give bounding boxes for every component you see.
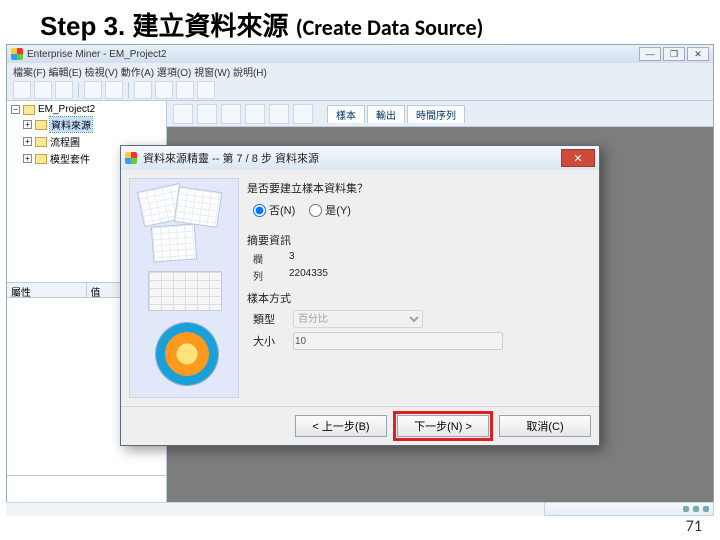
tree-datasource[interactable]: 資料來源 [50,117,92,132]
tree-root[interactable]: EM_Project2 [38,104,95,115]
wizard-artwork [129,178,239,398]
datasource-wizard-dialog: 資料來源精靈 -- 第 7 / 8 步 資料來源 ✕ 是否要建立樣本資料集？ 否… [120,145,600,446]
radio-yes[interactable]: 是(Y) [309,202,351,218]
rows-label: 欄 [253,251,281,266]
toolbar-button[interactable] [105,81,123,99]
radio-yes-input[interactable] [309,204,322,217]
canvas-tool-button[interactable] [269,104,289,124]
tree-expand-icon[interactable]: + [23,120,32,129]
canvas-tool-button[interactable] [173,104,193,124]
tree-expand-icon[interactable]: + [23,154,32,163]
tab-sample[interactable]: 樣本 [327,105,365,123]
status-tray [544,502,714,516]
tree-collapse-icon[interactable]: − [11,105,20,114]
toolbar-button[interactable] [176,81,194,99]
tab-timeseries[interactable]: 時間序列 [407,105,465,123]
wizard-question: 是否要建立樣本資料集？ [247,180,591,196]
toolbar-button[interactable] [155,81,173,99]
toolbar-separator [128,82,129,98]
canvas-tool-button[interactable] [197,104,217,124]
dialog-titlebar[interactable]: 資料來源精靈 -- 第 7 / 8 步 資料來源 ✕ [121,146,599,170]
canvas-tool-button[interactable] [221,104,241,124]
toolbar-button[interactable] [34,81,52,99]
window-restore-button[interactable]: ❐ [663,47,685,61]
toolbar-button[interactable] [197,81,215,99]
tab-output[interactable]: 輸出 [367,105,405,123]
title-en: (Create Data Source) [296,14,484,41]
cancel-button[interactable]: 取消(C) [499,415,591,437]
tree-expand-icon[interactable]: + [23,137,32,146]
folder-icon [35,137,47,147]
step-label: Step 3. [40,11,125,41]
cols-value: 2204335 [289,268,328,283]
toolbar-button[interactable] [84,81,102,99]
rows-value: 3 [289,251,295,266]
window-minimize-button[interactable]: — [639,47,661,61]
folder-icon [35,120,47,130]
prop-col-name: 屬性 [7,283,87,297]
size-input[interactable] [293,332,503,350]
app-titlebar: Enterprise Miner - EM_Project2 — ❐ ✕ [7,45,713,63]
target-icon [156,323,218,385]
sheet-icon [174,186,223,228]
dialog-title: 資料來源精靈 -- 第 7 / 8 步 資料來源 [141,150,561,166]
folder-icon [23,105,35,115]
type-label: 類型 [253,311,287,327]
section-summary: 摘要資訊 [247,232,591,248]
toolbar-button[interactable] [13,81,31,99]
canvas-tool-button[interactable] [245,104,265,124]
tray-icon [693,506,699,512]
canvas-tool-button[interactable] [293,104,313,124]
tray-icon [683,506,689,512]
slide-title: Step 3. 建立資料來源 (Create Data Source) [0,0,720,45]
dialog-button-row: < 上一步(B) 下一步(N) > 取消(C) [121,406,599,445]
menubar-text[interactable]: 檔案(F) 編輯(E) 檢視(V) 動作(A) 選項(O) 視窗(W) 說明(H… [13,64,267,79]
app-toolbar [7,79,713,101]
canvas-toolbar: 樣本 輸出 時間序列 [167,101,713,127]
toolbar-button[interactable] [55,81,73,99]
radio-no-input[interactable] [253,204,266,217]
folder-icon [35,154,47,164]
title-zh: 建立資料來源 [132,12,288,41]
tree-diagram[interactable]: 流程圖 [50,134,80,149]
slide-page-number: 71 [686,517,702,536]
radio-no[interactable]: 否(N) [253,202,295,218]
table-icon [148,271,222,311]
canvas-tabstrip: 樣本 輸出 時間序列 [327,105,465,123]
section-sample: 樣本方式 [247,290,591,306]
wizard-form: 是否要建立樣本資料集？ 否(N) 是(Y) 摘要資訊 欄3 列 2204335 樣… [247,178,591,398]
toolbar-separator [78,82,79,98]
back-button[interactable]: < 上一步(B) [295,415,387,437]
app-menubar[interactable]: 檔案(F) 編輯(E) 檢視(V) 動作(A) 選項(O) 視窗(W) 說明(H… [7,63,713,79]
tree-model[interactable]: 模型套件 [50,151,90,166]
type-select[interactable]: 百分比 [293,310,423,328]
dialog-logo-icon [125,152,137,164]
window-close-button[interactable]: ✕ [687,47,709,61]
next-button[interactable]: 下一步(N) > [397,415,489,437]
tray-icon [703,506,709,512]
app-logo-icon [11,48,23,60]
dialog-close-button[interactable]: ✕ [561,149,595,167]
toolbar-button[interactable] [134,81,152,99]
size-label: 大小 [253,333,287,349]
sheet-icon [151,224,197,263]
cols-label: 列 [253,268,281,283]
app-title: Enterprise Miner - EM_Project2 [27,49,167,60]
